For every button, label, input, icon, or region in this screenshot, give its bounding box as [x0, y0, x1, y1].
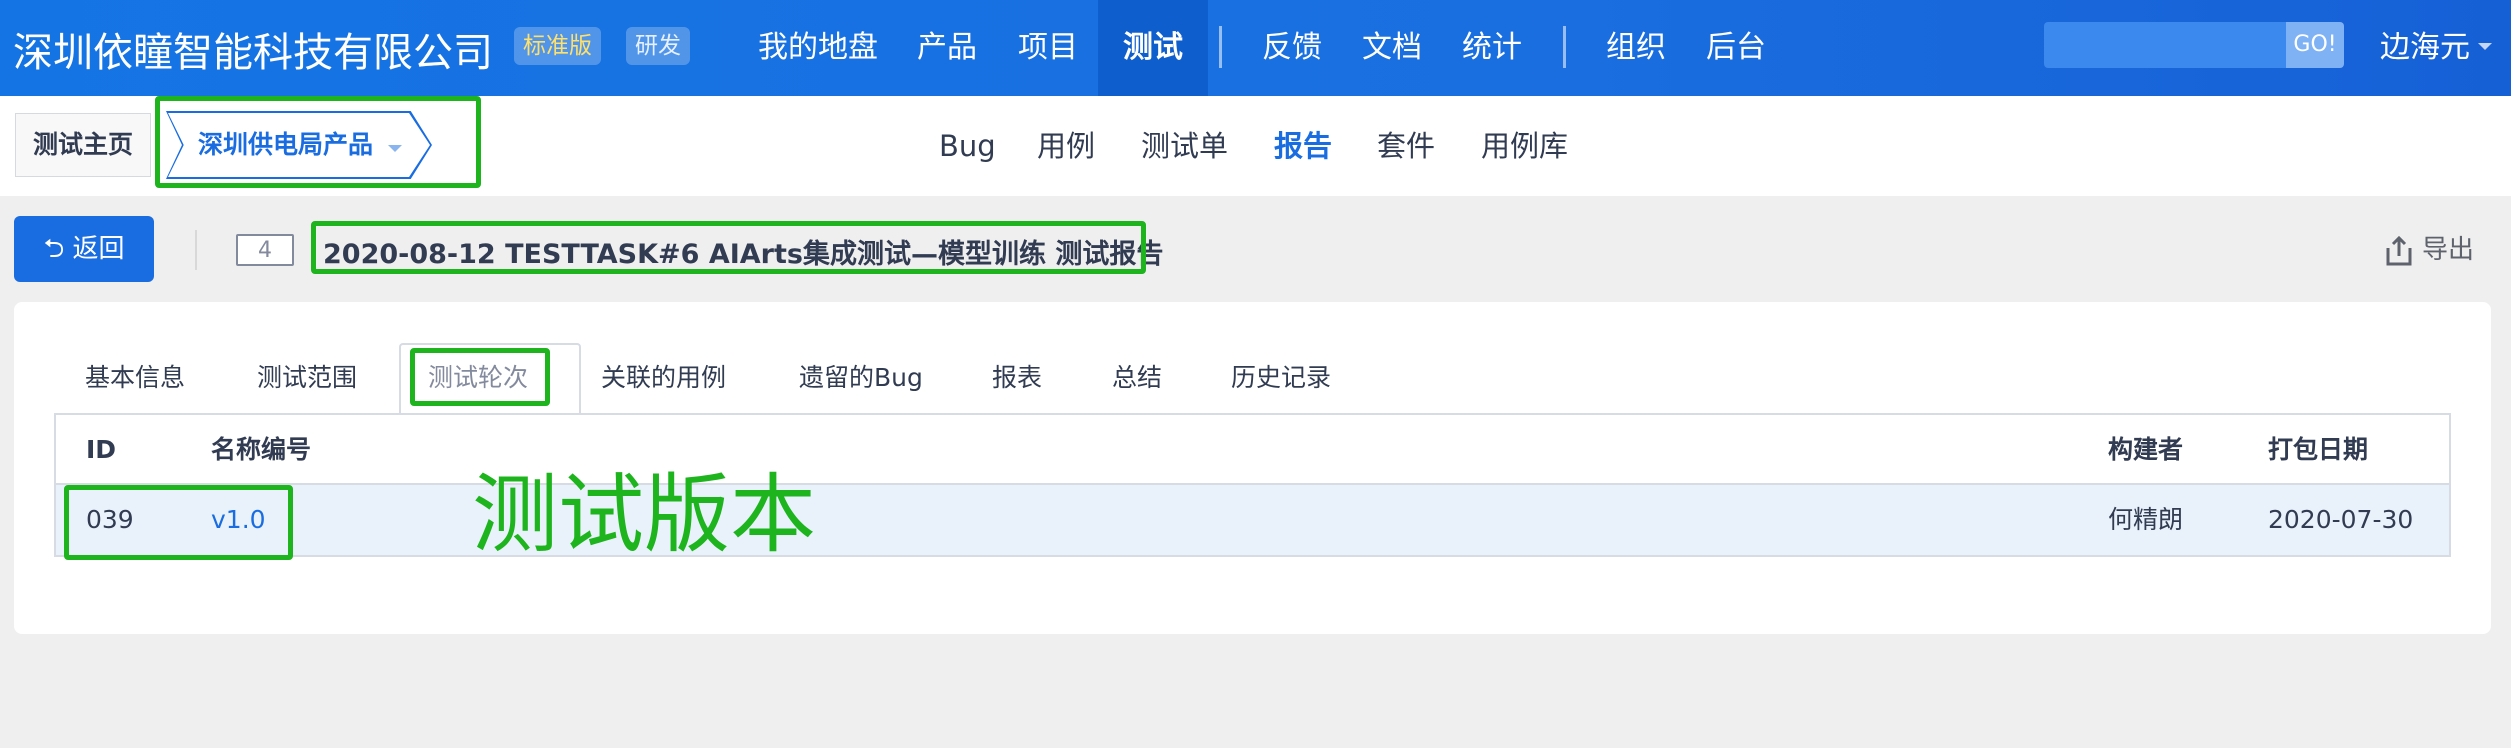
top-navbar: 深圳依瞳智能科技有限公司 标准版 研发 我的地盘 产品 项目 测试 反馈 文档 … — [0, 0, 2511, 96]
nav-stats[interactable]: 统计 — [1462, 0, 1522, 96]
subnav-case[interactable]: 用例 — [1037, 96, 1095, 196]
build-link[interactable]: v1.0 — [211, 485, 266, 555]
nav-admin[interactable]: 后台 — [1706, 0, 1766, 96]
breadcrumb-test-home[interactable]: 测试主页 — [15, 113, 151, 177]
tab-legacy-bugs[interactable]: 遗留的Bug — [799, 343, 923, 413]
table-header: ID 名称编号 构建者 打包日期 — [56, 415, 2449, 485]
nav-project[interactable]: 项目 — [1018, 0, 1078, 96]
col-date[interactable]: 打包日期 — [2268, 415, 2368, 485]
export-icon — [2386, 235, 2412, 265]
report-panel: 基本信息 测试范围 测试轮次 关联的用例 遗留的Bug 报表 总结 历史记录 I… — [14, 302, 2491, 634]
company-name[interactable]: 深圳依瞳智能科技有限公司 — [13, 20, 493, 78]
back-button[interactable]: ⮌ 返回 — [14, 216, 154, 282]
subnav-bug[interactable]: Bug — [939, 96, 996, 196]
subnav-suite[interactable]: 套件 — [1377, 96, 1435, 196]
back-label: 返回 — [72, 234, 125, 264]
nav-divider — [1219, 26, 1222, 68]
edition-badge: 标准版 — [514, 27, 601, 65]
table-row[interactable]: 039 v1.0 何精朗 2020-07-30 — [56, 485, 2449, 555]
undo-icon: ⮌ — [43, 234, 65, 264]
cell-id: 039 — [86, 505, 134, 534]
tab-charts[interactable]: 报表 — [992, 343, 1042, 413]
chevron-down-icon[interactable] — [388, 145, 402, 152]
builds-table: ID 名称编号 构建者 打包日期 039 v1.0 何精朗 2020-07-30 — [54, 413, 2451, 557]
chevron-down-icon[interactable] — [2478, 43, 2492, 50]
tab-summary[interactable]: 总结 — [1112, 343, 1162, 413]
subnav-report[interactable]: 报告 — [1274, 96, 1332, 196]
subnav-caselib[interactable]: 用例库 — [1481, 96, 1568, 196]
tab-rounds[interactable]: 测试轮次 — [428, 343, 528, 413]
search-go-button[interactable]: GO! — [2286, 22, 2344, 68]
annotation-label: 测试版本 — [472, 465, 816, 565]
page-title: 2020-08-12 TESTTASK#6 AIArts集成测试—模型训练 测试… — [323, 239, 1164, 270]
nav-divider — [1563, 26, 1566, 68]
nav-doc[interactable]: 文档 — [1362, 0, 1422, 96]
tab-basic-info[interactable]: 基本信息 — [85, 343, 185, 413]
subnav-testtask[interactable]: 测试单 — [1141, 96, 1228, 196]
col-builder[interactable]: 构建者 — [2108, 415, 2183, 485]
search-input[interactable] — [2044, 22, 2286, 68]
user-menu[interactable]: 边海元 — [2380, 0, 2470, 96]
nav-product[interactable]: 产品 — [917, 0, 977, 96]
title-divider — [195, 230, 197, 270]
tab-scope[interactable]: 测试范围 — [257, 343, 357, 413]
nav-test[interactable]: 测试 — [1098, 0, 1208, 96]
tab-history[interactable]: 历史记录 — [1231, 343, 1331, 413]
sub-navbar: 测试主页 深圳供电局产品 Bug 用例 测试单 报告 套件 用例库 — [0, 96, 2511, 196]
nav-my-dashboard[interactable]: 我的地盘 — [758, 0, 878, 96]
edition-badge-dev[interactable]: 研发 — [626, 27, 690, 65]
col-id[interactable]: ID — [86, 415, 116, 485]
nav-feedback[interactable]: 反馈 — [1262, 0, 1322, 96]
cell-date: 2020-07-30 — [2268, 505, 2414, 534]
export-label: 导出 — [2422, 235, 2475, 265]
col-name[interactable]: 名称编号 — [211, 415, 311, 485]
cell-builder: 何精朗 — [2108, 505, 2184, 534]
export-button[interactable]: 导出 — [2382, 232, 2474, 268]
tab-linked-cases[interactable]: 关联的用例 — [601, 343, 726, 413]
nav-org[interactable]: 组织 — [1606, 0, 1666, 96]
report-id-badge: 4 — [236, 234, 294, 266]
